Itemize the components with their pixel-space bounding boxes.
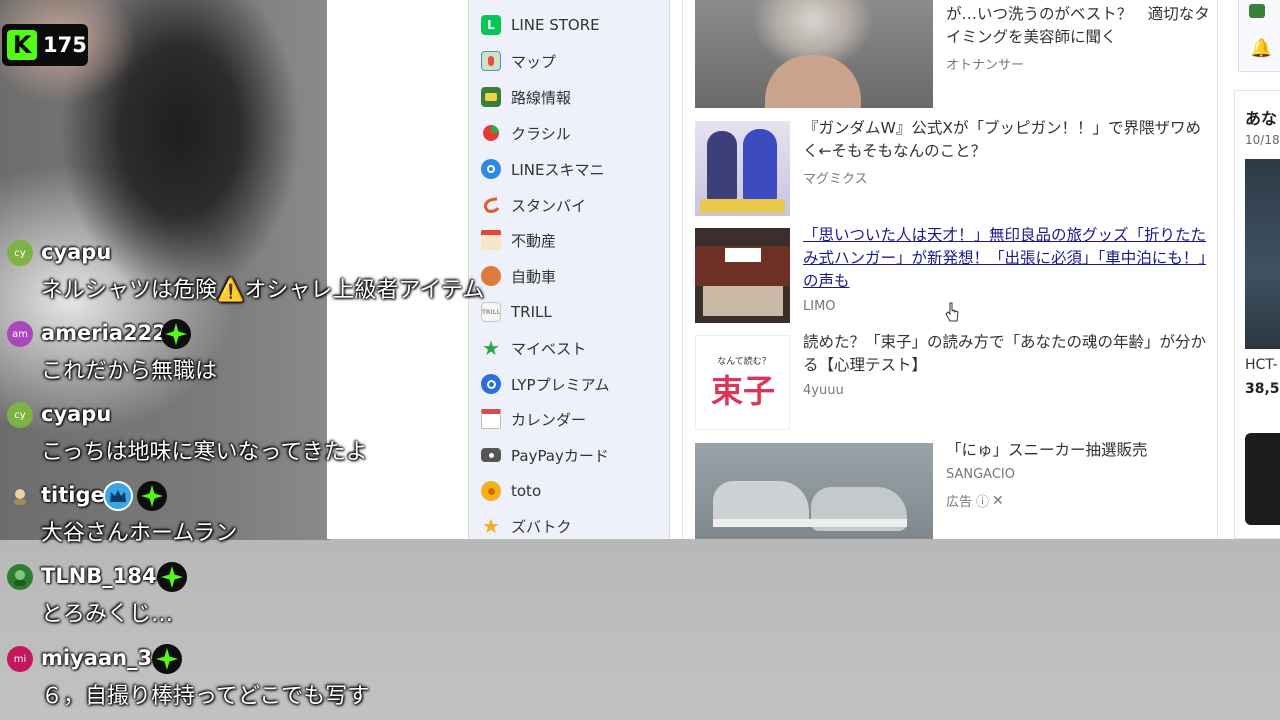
chat-avatar: am — [7, 321, 33, 347]
product-image[interactable] — [1245, 159, 1280, 349]
chat-message: これだから無職は — [41, 359, 218, 384]
ad-label-row: 広告 ⓘ ✕ — [946, 491, 1004, 511]
chat-avatar: cy — [7, 402, 33, 428]
viewer-count: 175 — [43, 33, 87, 57]
ad-label: 広告 — [946, 495, 973, 510]
chat-message: ネルシャツは危険⚠️オシャレ上級者アイテム — [41, 278, 485, 303]
chat-message: 大谷さんホームラン — [41, 521, 238, 546]
ad-close-icon[interactable]: ✕ — [992, 493, 1004, 509]
train-status-icon[interactable] — [1249, 4, 1265, 18]
ad-source: SANGACIO — [946, 467, 1015, 482]
menu-item-line-store[interactable]: L LINE STORE — [481, 11, 600, 39]
service-menu: L LINE STORE マップ 路線情報 クラシル LINEスキマニ スタンバ… — [468, 0, 670, 539]
standby-icon — [481, 195, 501, 215]
menu-item-real-estate[interactable]: 不動産 — [481, 226, 556, 254]
menu-item-mybest[interactable]: ★ マイベスト — [481, 334, 586, 362]
subscriber-star-badge-icon — [137, 481, 167, 511]
trill-icon: TRILL — [481, 302, 501, 322]
notification-box: 🔔 — [1238, 0, 1280, 72]
chat-avatar: mi — [7, 646, 33, 672]
zubatoku-icon: ★ — [482, 514, 500, 538]
kick-logo-icon: K — [7, 30, 37, 60]
browser-capture: L LINE STORE マップ 路線情報 クラシル LINEスキマニ スタンバ… — [327, 0, 1280, 539]
sukimani-icon — [481, 159, 501, 179]
kurashiru-icon — [481, 123, 501, 143]
menu-item-toto[interactable]: toto — [481, 477, 541, 505]
recommend-date: 10/18 — [1245, 133, 1280, 147]
chat-avatar: cy — [7, 240, 33, 266]
product-price: 38,5 — [1245, 381, 1280, 397]
ad-headline[interactable]: 「にゅ」スニーカー抽選販売 — [946, 439, 1211, 462]
ad-thumbnail-sneaker[interactable] — [695, 443, 933, 539]
calendar-icon — [481, 409, 501, 429]
menu-item-trill[interactable]: TRILL TRILL — [481, 298, 552, 326]
menu-item-kurashiru[interactable]: クラシル — [481, 119, 571, 147]
thumbnail-word: 束子 — [710, 372, 775, 410]
article-thumbnail-hair-wash[interactable] — [695, 0, 933, 108]
menu-item-car[interactable]: 自動車 — [481, 262, 556, 290]
article-source-3: LIMO — [803, 299, 836, 314]
menu-item-route[interactable]: 路線情報 — [481, 83, 571, 111]
line-store-icon: L — [481, 15, 501, 35]
product-image-2[interactable] — [1245, 433, 1280, 525]
subscriber-star-badge-icon — [152, 644, 182, 674]
ad-info-icon[interactable]: ⓘ — [976, 491, 989, 510]
chat-username[interactable]: miyaan_3 — [41, 646, 152, 670]
chat-username[interactable]: cyapu — [41, 240, 111, 264]
menu-item-standby[interactable]: スタンバイ — [481, 191, 586, 219]
article-headline-2[interactable]: 『ガンダムW』公式Xが「ブッピガン！！」で界隈ザワめく←そもそもなんのこと？ — [803, 117, 1208, 163]
recommend-heading: あな — [1245, 109, 1278, 128]
article-thumbnail-muji[interactable] — [695, 228, 790, 323]
chat-message: こっちは地味に寒いなってきたよ — [41, 440, 368, 465]
subscriber-star-badge-icon — [161, 319, 191, 349]
article-headline-1[interactable]: が…いつ洗うのがベスト？ 適切なタイミングを美容師に聞く — [946, 3, 1211, 49]
subscriber-star-badge-icon — [157, 562, 187, 592]
star-icon: ★ — [482, 336, 500, 360]
news-column: が…いつ洗うのがベスト？ 適切なタイミングを美容師に聞く オトナンサー 『ガンダ… — [682, 0, 1218, 539]
chat-message: ６，自撮り棒持ってどこでも写す — [41, 684, 370, 709]
right-sidebar: 🔔 あな 10/18 HCT- 38,5 — [1230, 0, 1280, 539]
product-name[interactable]: HCT- — [1245, 357, 1278, 373]
bell-icon[interactable]: 🔔 — [1250, 38, 1272, 59]
menu-item-calendar[interactable]: カレンダー — [481, 405, 586, 433]
article-headline-3[interactable]: 「思いついた人は天才！」無印良品の旅グッズ「折りたたみ式ハンガー」が新発想！「出… — [803, 224, 1208, 293]
article-thumbnail-quiz[interactable]: なんて読む？ 束子 — [695, 335, 790, 430]
article-thumbnail-gundam[interactable] — [695, 121, 790, 216]
recommend-panel: あな 10/18 HCT- 38,5 — [1234, 90, 1280, 539]
paypay-card-icon — [481, 448, 501, 462]
train-icon — [481, 87, 501, 107]
article-headline-4[interactable]: 読めた？「束子」の読み方で「あなたの魂の年齢」が分かる【心理テスト】 — [803, 331, 1208, 377]
chat-username[interactable]: cyapu — [41, 402, 111, 426]
menu-item-lyp-premium[interactable]: LYPプレミアム — [481, 370, 610, 398]
chat-message: とろみくじ… — [41, 602, 174, 627]
menu-item-paypay-card[interactable]: PayPayカード — [481, 441, 609, 469]
article-source-2: マグミクス — [803, 172, 868, 187]
menu-item-map[interactable]: マップ — [481, 47, 556, 75]
menu-item-zubatoku[interactable]: ★ ズバトク — [481, 512, 571, 539]
crown-badge-icon — [103, 481, 133, 511]
chat-username[interactable]: TLNB_184 — [41, 564, 157, 588]
lyp-premium-icon — [481, 374, 501, 394]
chat-username[interactable]: ameria222 — [41, 321, 167, 345]
article-source-4: 4yuuu — [803, 383, 844, 398]
chat-avatar-image — [7, 564, 33, 590]
house-icon — [481, 230, 501, 250]
chat-username[interactable]: titige — [41, 483, 105, 507]
chat-avatar-image — [7, 483, 33, 509]
map-icon — [481, 51, 501, 71]
viewer-count-badge: K 175 — [2, 24, 88, 66]
menu-item-sukimani[interactable]: LINEスキマニ — [481, 155, 604, 183]
article-source-1: オトナンサー — [946, 58, 1025, 73]
toto-icon — [481, 481, 501, 501]
mouse-cursor-icon — [945, 302, 959, 322]
